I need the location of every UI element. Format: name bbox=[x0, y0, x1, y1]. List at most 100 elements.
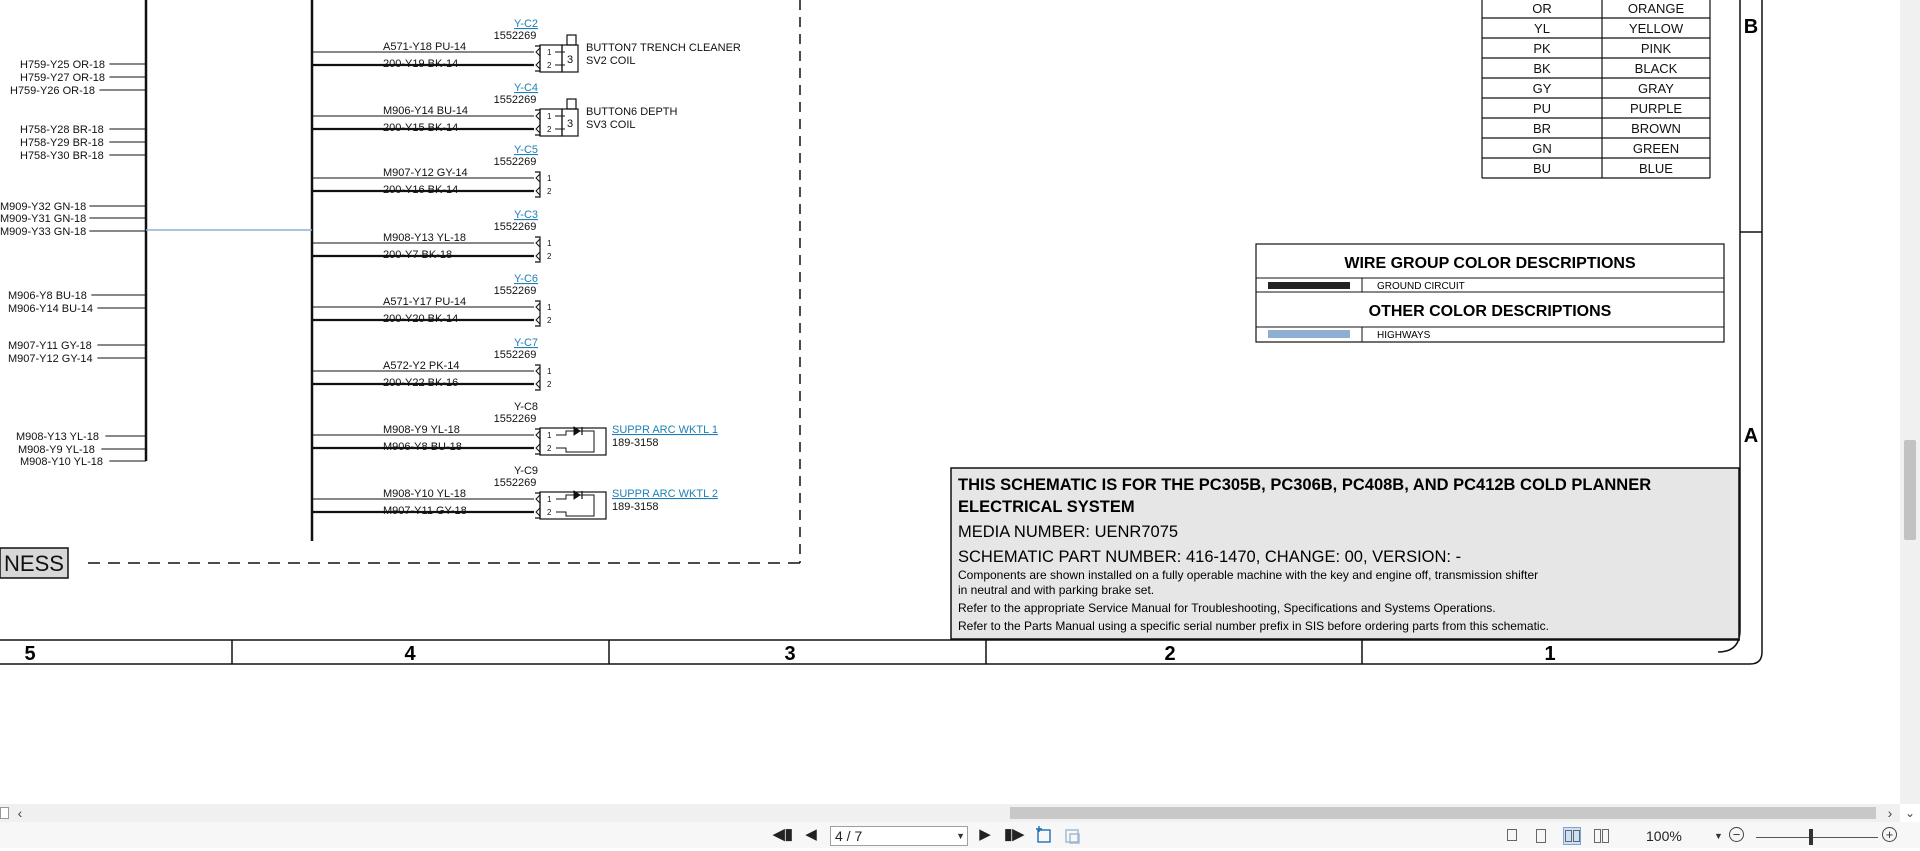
wire-label: 200-Y22 BK-16 bbox=[383, 377, 458, 389]
component-name: SV2 COIL bbox=[586, 55, 636, 67]
connector-y-c2[interactable]: Y-C21552269 A571-Y18 PU-14 200-Y19 BK-14 1 2… bbox=[312, 18, 741, 73]
connector-id[interactable]: Y-C2 bbox=[514, 18, 538, 30]
connector-y-c4[interactable]: Y-C41552269 M906-Y14 BU-14 200-Y15 BK-14 1 2… bbox=[312, 82, 678, 137]
wire-label: M908-Y13 YL-18 bbox=[383, 232, 466, 244]
connector-y-c5[interactable]: Y-C51552269 M907-Y12 GY-14 200-Y16 BK-14 1 2 bbox=[312, 144, 552, 198]
facing-view-icon[interactable] bbox=[1563, 827, 1581, 845]
zone-row-b: B bbox=[1744, 16, 1758, 38]
harness-wire-label: M909-Y32 GN-18 bbox=[0, 201, 86, 213]
first-page-icon[interactable]: ◀▮ bbox=[772, 825, 794, 845]
schematic-part-number: SCHEMATIC PART NUMBER: 416-1470, CHANGE:… bbox=[958, 548, 1461, 566]
page-number-field[interactable]: 4 / 7 ▼ bbox=[830, 826, 968, 846]
connector-id[interactable]: Y-C7 bbox=[514, 337, 538, 349]
pin-number: 1 bbox=[547, 303, 552, 312]
panel-toggle-icon[interactable] bbox=[0, 807, 9, 819]
wire-label: 200-Y7 BK-18 bbox=[383, 249, 452, 261]
zoom-slider[interactable] bbox=[1756, 837, 1878, 838]
next-view-icon[interactable] bbox=[1062, 825, 1082, 845]
harness-wire-label: H758-Y28 BR-18 bbox=[20, 124, 104, 136]
color-code: GY bbox=[1533, 81, 1552, 96]
harness-label: NESS bbox=[4, 551, 64, 576]
zone-col-4: 4 bbox=[404, 643, 416, 665]
component-name: BUTTON7 TRENCH CLEANER bbox=[586, 42, 741, 54]
schematic-viewport[interactable]: H759-Y25 OR-18 H759-Y27 OR-18 H759-Y26 OR-… bbox=[0, 0, 1900, 804]
media-number: MEDIA NUMBER: UENR7075 bbox=[958, 523, 1178, 541]
horizontal-scroll-thumb[interactable] bbox=[1010, 807, 1876, 819]
horizontal-scrollbar[interactable]: ‹ › bbox=[0, 804, 1900, 822]
other-color-title: OTHER COLOR DESCRIPTIONS bbox=[1369, 303, 1612, 320]
zoom-in-icon[interactable]: + bbox=[1882, 827, 1897, 842]
pin-number: 2 bbox=[547, 61, 552, 70]
connector-id[interactable]: Y-C4 bbox=[514, 82, 538, 94]
connector-part-number: 1552269 bbox=[494, 285, 537, 297]
connector-y-c9[interactable]: Y-C91552269 M908-Y10 YL-18 M907-Y11 GY-18 1… bbox=[312, 465, 718, 520]
single-page-view-icon[interactable] bbox=[1504, 827, 1522, 845]
continuous-view-icon[interactable] bbox=[1533, 827, 1551, 845]
color-code: OR bbox=[1532, 1, 1552, 16]
connector-id[interactable]: Y-C3 bbox=[514, 209, 538, 221]
previous-view-icon[interactable] bbox=[1034, 825, 1054, 845]
connector-id: Y-C8 bbox=[514, 401, 538, 413]
vertical-scroll-thumb[interactable] bbox=[1904, 440, 1916, 540]
previous-page-icon[interactable]: ◀ bbox=[800, 825, 822, 845]
ground-circuit-label: GROUND CIRCUIT bbox=[1377, 281, 1465, 292]
zoom-level[interactable]: 100% bbox=[1646, 826, 1690, 846]
continuous-facing-view-icon[interactable] bbox=[1593, 827, 1611, 845]
connector-id[interactable]: Y-C5 bbox=[514, 144, 538, 156]
color-name: GREEN bbox=[1633, 141, 1679, 156]
harness-wire-label: H759-Y25 OR-18 bbox=[20, 59, 105, 71]
wire-label: 200-Y20 BK-14 bbox=[383, 313, 458, 325]
scroll-right-arrow-icon[interactable]: › bbox=[1882, 804, 1898, 822]
wire-label: A571-Y18 PU-14 bbox=[383, 41, 466, 53]
harness-wire-label: H758-Y30 BR-18 bbox=[20, 150, 104, 162]
color-name: BLUE bbox=[1639, 161, 1673, 176]
suppressor-link[interactable]: SUPPR ARC WKTL 1 bbox=[612, 424, 718, 436]
connector-id[interactable]: Y-C6 bbox=[514, 273, 538, 285]
harness-wire-label: M909-Y31 GN-18 bbox=[0, 213, 86, 225]
suppressor-part-number: 189-3158 bbox=[612, 501, 659, 513]
scroll-down-arrow-icon[interactable]: ⌄ bbox=[1903, 804, 1917, 822]
color-name: BLACK bbox=[1635, 61, 1678, 76]
pin-number: 1 bbox=[547, 495, 552, 504]
harness-wire-label: M908-Y13 YL-18 bbox=[16, 431, 99, 443]
vertical-scrollbar[interactable] bbox=[1900, 0, 1920, 804]
pin-number: 1 bbox=[547, 431, 552, 440]
wire-label: M907-Y11 GY-18 bbox=[383, 505, 467, 517]
note-line-3: Refer to the appropriate Service Manual … bbox=[958, 601, 1496, 615]
component-name: SV3 COIL bbox=[586, 119, 636, 131]
wire-label: 200-Y19 BK-14 bbox=[383, 58, 458, 70]
schematic-drawing: H759-Y25 OR-18H759-Y27 OR-18H759-Y26 OR-… bbox=[0, 0, 1763, 665]
next-page-icon[interactable]: ▶ bbox=[974, 825, 996, 845]
page-number-value: 4 / 7 bbox=[835, 828, 863, 844]
highways-label: HIGHWAYS bbox=[1377, 330, 1431, 341]
zoom-out-icon[interactable]: − bbox=[1729, 827, 1744, 842]
pin-number: 1 bbox=[547, 367, 552, 376]
pin-number: 1 bbox=[547, 239, 552, 248]
zone-col-2: 2 bbox=[1164, 643, 1175, 665]
harness-wire-label: M907-Y12 GY-14 bbox=[8, 353, 93, 365]
connector-y-c8[interactable]: Y-C81552269 M908-Y9 YL-18 M906-Y8 BU-18 1 2 S… bbox=[312, 401, 718, 456]
connector-y-c6[interactable]: Y-C61552269 A571-Y17 PU-14 200-Y20 BK-14 1 2 bbox=[312, 273, 552, 327]
connector-part-number: 1552269 bbox=[494, 30, 537, 42]
wire-label: M906-Y14 BU-14 bbox=[383, 105, 468, 117]
pin-number: 1 bbox=[547, 48, 552, 57]
connector-y-c7[interactable]: Y-C71552269 A572-Y2 PK-14 200-Y22 BK-16 1 2 bbox=[312, 337, 552, 391]
scroll-left-arrow-icon[interactable]: ‹ bbox=[12, 804, 28, 822]
harness-wire-label: M906-Y8 BU-18 bbox=[8, 290, 87, 302]
zone-row-a: A bbox=[1744, 425, 1758, 447]
pin-number: 2 bbox=[547, 125, 552, 134]
zone-col-1: 1 bbox=[1544, 643, 1555, 665]
last-page-icon[interactable]: ▮▶ bbox=[1002, 825, 1026, 845]
suppressor-part-number: 189-3158 bbox=[612, 437, 659, 449]
color-code: BU bbox=[1533, 161, 1551, 176]
zone-col-5: 5 bbox=[24, 643, 35, 665]
suppressor-link[interactable]: SUPPR ARC WKTL 2 bbox=[612, 488, 718, 500]
color-name: ORANGE bbox=[1628, 1, 1685, 16]
page-dropdown-icon[interactable]: ▼ bbox=[956, 827, 965, 845]
wire-label: A571-Y17 PU-14 bbox=[383, 296, 466, 308]
zoom-dropdown-icon[interactable]: ▼ bbox=[1714, 826, 1723, 846]
pin-number: 2 bbox=[547, 187, 552, 196]
zoom-slider-handle[interactable] bbox=[1809, 829, 1813, 845]
connector-y-c3[interactable]: Y-C31552269 M908-Y13 YL-18 200-Y7 BK-18 1 2 bbox=[312, 209, 552, 263]
pin-number: 2 bbox=[547, 444, 552, 453]
